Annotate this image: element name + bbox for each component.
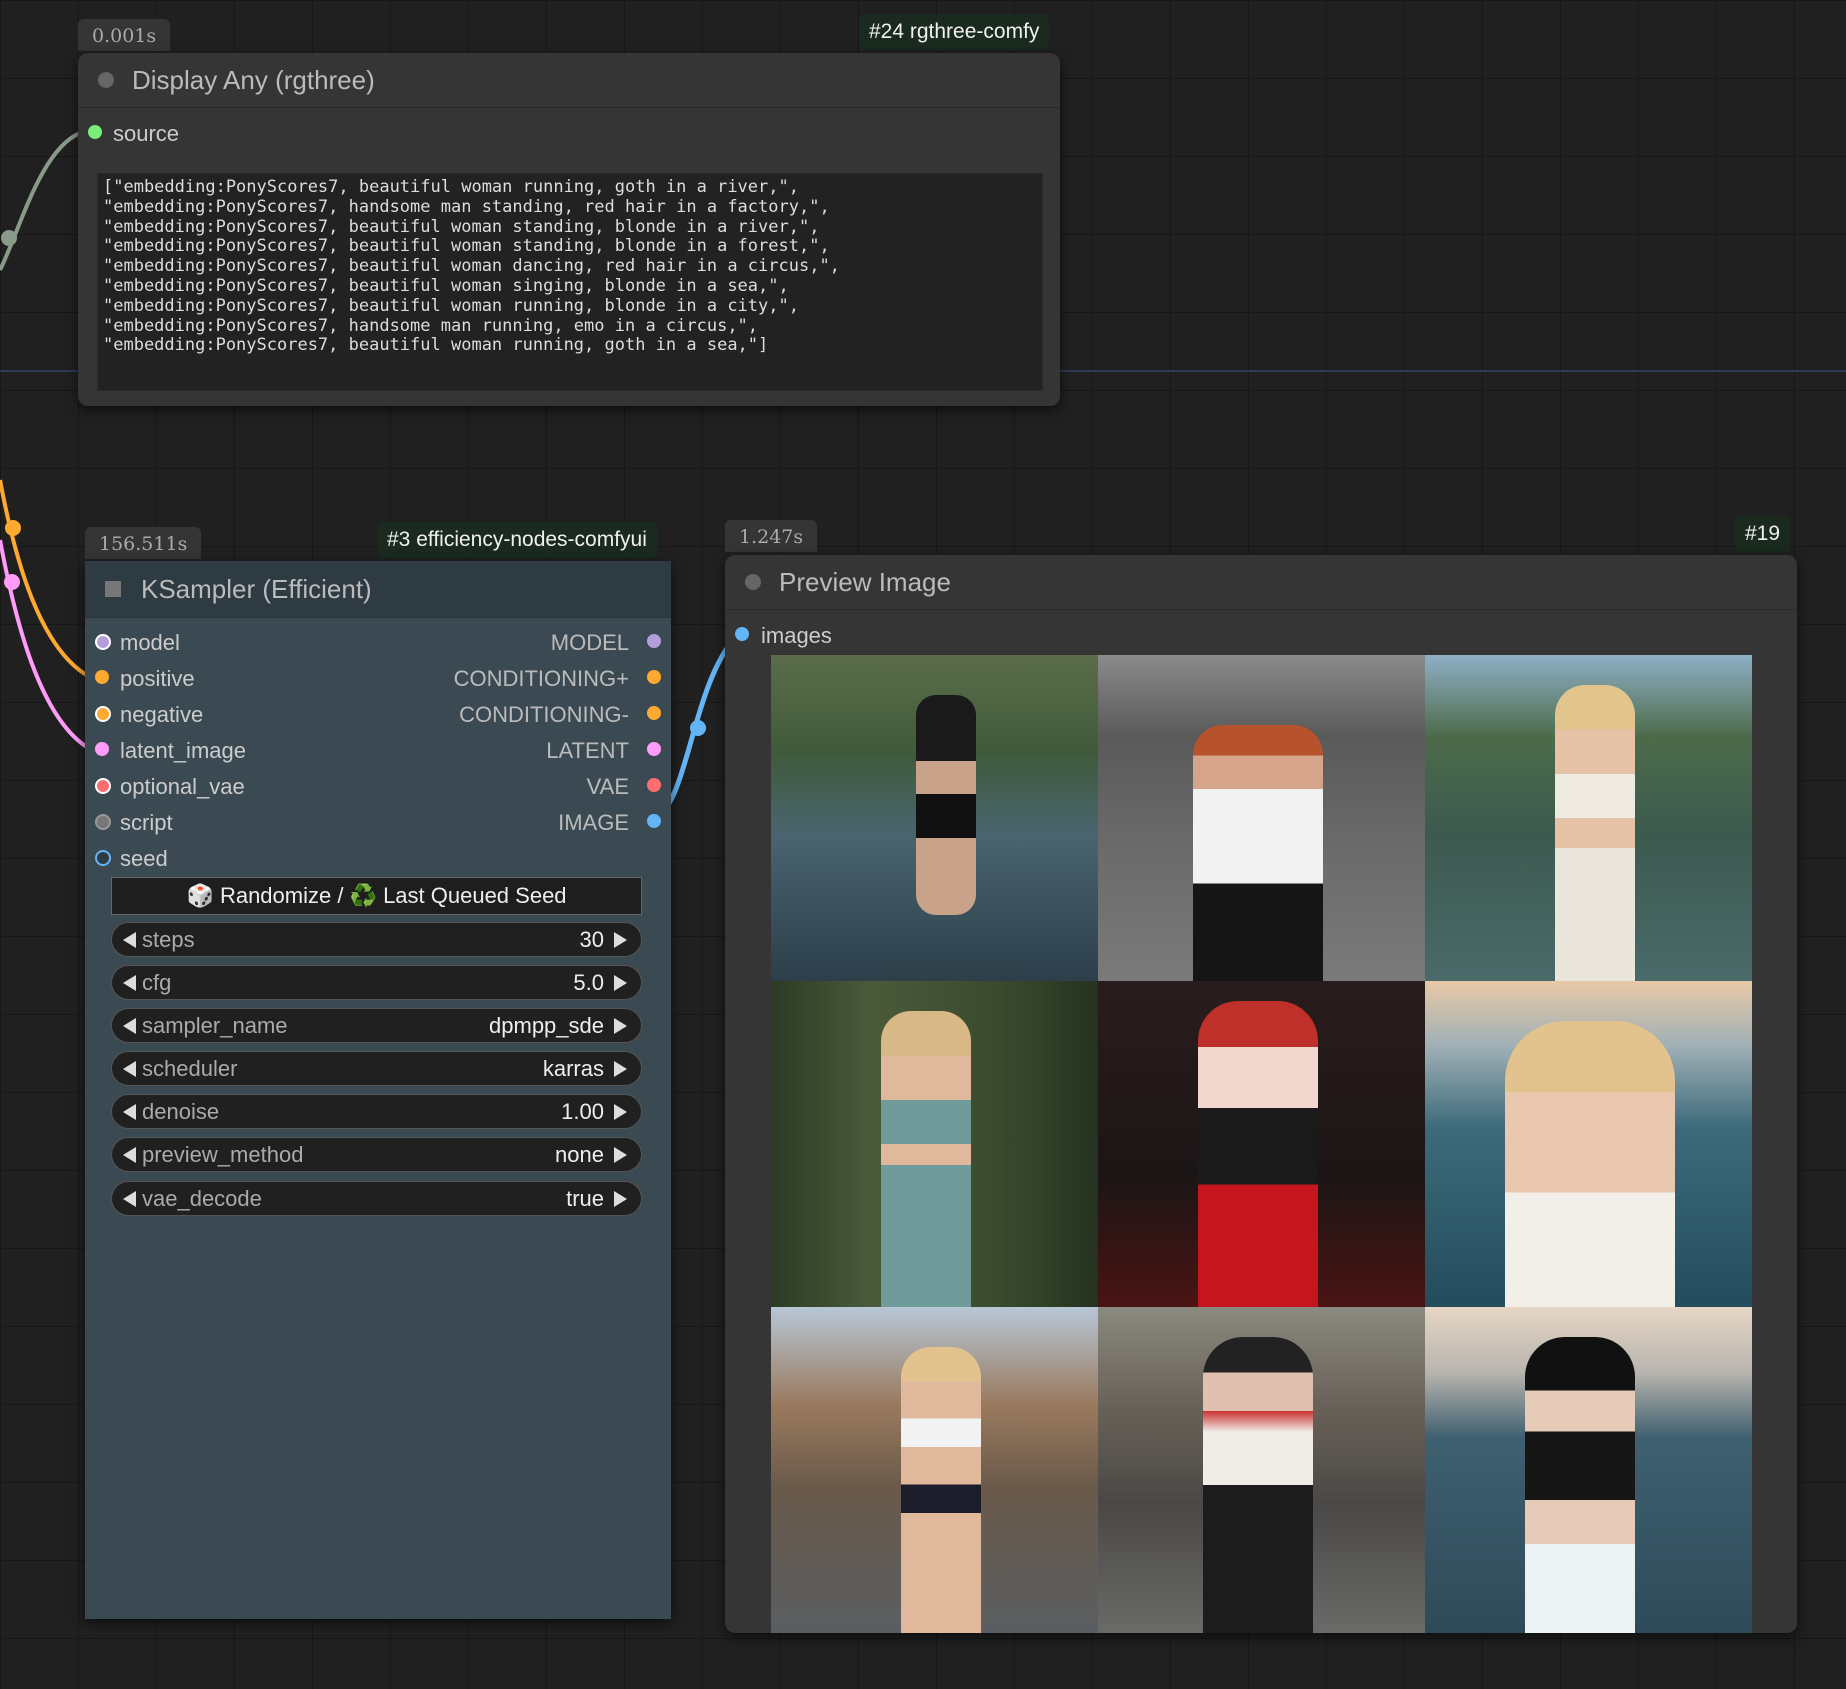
source-input-dot[interactable] bbox=[88, 125, 102, 139]
input-label-model: model bbox=[120, 630, 180, 655]
widget-name: cfg bbox=[142, 969, 172, 995]
model-output-dot[interactable] bbox=[647, 634, 661, 648]
decrement-arrow-icon[interactable] bbox=[123, 1190, 136, 1207]
widget-denoise[interactable]: denoise 1.00 bbox=[111, 1094, 642, 1129]
collapse-square-icon[interactable] bbox=[105, 581, 121, 597]
positive-input-dot[interactable] bbox=[95, 670, 109, 684]
decrement-arrow-icon[interactable] bbox=[123, 931, 136, 948]
widget-value: 5.0 bbox=[573, 969, 604, 995]
model-input-dot[interactable] bbox=[95, 634, 111, 650]
preview-image-tile[interactable] bbox=[771, 655, 1098, 981]
widget-name: preview_method bbox=[142, 1141, 304, 1167]
execution-timer: 1.247s bbox=[725, 520, 818, 552]
negative-input-dot[interactable] bbox=[95, 706, 111, 722]
output-label-conditioning-pos: CONDITIONING+ bbox=[453, 666, 629, 691]
output-label-model: MODEL bbox=[550, 630, 629, 655]
decrement-arrow-icon[interactable] bbox=[123, 1017, 136, 1034]
execution-timer: 0.001s bbox=[78, 19, 171, 51]
widget-value: 1.00 bbox=[561, 1098, 604, 1124]
input-label-script: script bbox=[120, 810, 173, 835]
seed-input-dot[interactable] bbox=[95, 850, 111, 866]
node-title: Display Any (rgthree) bbox=[132, 64, 375, 95]
widget-value: karras bbox=[542, 1055, 604, 1081]
input-label-positive: positive bbox=[120, 666, 195, 691]
display-text-area[interactable]: ["embedding:PonyScores7, beautiful woman… bbox=[97, 173, 1043, 391]
widget-scheduler[interactable]: scheduler karras bbox=[111, 1051, 642, 1086]
randomize-seed-button[interactable]: 🎲 Randomize / ♻️ Last Queued Seed bbox=[111, 877, 642, 915]
widget-preview-method[interactable]: preview_method none bbox=[111, 1137, 642, 1172]
input-label-negative: negative bbox=[120, 702, 204, 727]
node-title-bar[interactable]: Preview Image bbox=[725, 555, 1797, 610]
preview-image-tile[interactable] bbox=[1098, 981, 1425, 1307]
node-badge: #19 bbox=[1735, 516, 1791, 552]
preview-image-tile[interactable] bbox=[771, 1307, 1098, 1633]
node-title: KSampler (Efficient) bbox=[141, 573, 372, 604]
wire-latent bbox=[0, 539, 92, 751]
latent-output-dot[interactable] bbox=[647, 742, 661, 756]
widget-name: steps bbox=[142, 926, 195, 952]
conditioning-neg-output-dot[interactable] bbox=[647, 706, 661, 720]
widget-value: true bbox=[566, 1185, 604, 1211]
output-label-latent: LATENT bbox=[546, 738, 629, 763]
widget-sampler-name[interactable]: sampler_name dpmpp_sde bbox=[111, 1008, 642, 1043]
images-input-label: images bbox=[761, 623, 832, 648]
widget-name: denoise bbox=[142, 1098, 220, 1124]
widget-name: vae_decode bbox=[142, 1185, 262, 1211]
collapse-dot-icon[interactable] bbox=[745, 574, 761, 590]
vae-output-dot[interactable] bbox=[647, 778, 661, 792]
decrement-arrow-icon[interactable] bbox=[123, 1103, 136, 1120]
input-label-optional-vae: optional_vae bbox=[120, 774, 245, 799]
decrement-arrow-icon[interactable] bbox=[123, 1060, 136, 1077]
decrement-arrow-icon[interactable] bbox=[123, 974, 136, 991]
node-badge: #3 efficiency-nodes-comfyui bbox=[377, 522, 657, 558]
widget-vae-decode[interactable]: vae_decode true bbox=[111, 1181, 642, 1216]
node-title-bar[interactable]: KSampler (Efficient) bbox=[85, 561, 671, 618]
preview-image-tile[interactable] bbox=[1425, 981, 1752, 1307]
widget-value: dpmpp_sde bbox=[489, 1012, 604, 1038]
image-output-dot[interactable] bbox=[647, 814, 661, 828]
increment-arrow-icon[interactable] bbox=[614, 1060, 627, 1077]
vae-input-dot[interactable] bbox=[95, 778, 111, 794]
preview-image-tile[interactable] bbox=[1425, 1307, 1752, 1633]
increment-arrow-icon[interactable] bbox=[614, 1103, 627, 1120]
preview-image-tile[interactable] bbox=[1098, 655, 1425, 981]
output-label-image: IMAGE bbox=[558, 810, 629, 835]
output-label-conditioning-neg: CONDITIONING- bbox=[459, 702, 629, 727]
increment-arrow-icon[interactable] bbox=[614, 1190, 627, 1207]
input-label-seed: seed bbox=[120, 846, 168, 871]
widget-steps[interactable]: steps 30 bbox=[111, 922, 642, 957]
execution-timer: 156.511s bbox=[85, 527, 202, 559]
node-title-bar[interactable]: Display Any (rgthree) bbox=[78, 53, 1060, 108]
images-input-dot[interactable] bbox=[735, 627, 749, 641]
collapse-dot-icon[interactable] bbox=[98, 72, 114, 88]
script-input-dot[interactable] bbox=[95, 814, 111, 830]
node-badge: #24 rgthree-comfy bbox=[859, 14, 1050, 50]
wire-source bbox=[0, 131, 81, 271]
widget-value: 30 bbox=[579, 926, 604, 952]
increment-arrow-icon[interactable] bbox=[614, 1017, 627, 1034]
widget-name: sampler_name bbox=[142, 1012, 288, 1038]
conditioning-pos-output-dot[interactable] bbox=[647, 670, 661, 684]
latent-input-dot[interactable] bbox=[95, 742, 109, 756]
increment-arrow-icon[interactable] bbox=[614, 931, 627, 948]
widget-value: none bbox=[555, 1141, 604, 1167]
decrement-arrow-icon[interactable] bbox=[123, 1146, 136, 1163]
preview-image-tile[interactable] bbox=[1425, 655, 1752, 981]
increment-arrow-icon[interactable] bbox=[614, 974, 627, 991]
widget-cfg[interactable]: cfg 5.0 bbox=[111, 965, 642, 1000]
node-title: Preview Image bbox=[779, 566, 951, 597]
source-input-label: source bbox=[113, 121, 180, 146]
input-label-latent-image: latent_image bbox=[120, 738, 246, 763]
widget-name: scheduler bbox=[142, 1055, 238, 1081]
output-label-vae: VAE bbox=[586, 774, 629, 799]
increment-arrow-icon[interactable] bbox=[614, 1146, 627, 1163]
preview-image-tile[interactable] bbox=[771, 981, 1098, 1307]
preview-image-tile[interactable] bbox=[1098, 1307, 1425, 1633]
display-any-node[interactable]: Display Any (rgthree) source ["embedding… bbox=[78, 53, 1060, 406]
ksampler-node[interactable]: KSampler (Efficient) model positive nega… bbox=[85, 561, 671, 1619]
